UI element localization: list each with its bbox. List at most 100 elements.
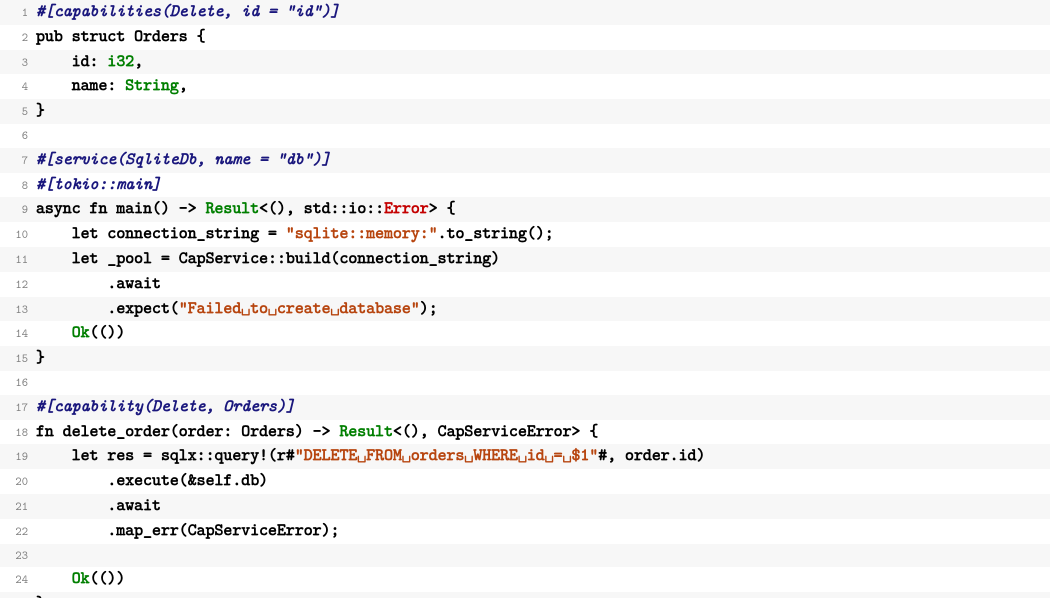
token-str: "DELETE␣FROM␣orders␣WHERE␣id␣=␣$1" <box>295 444 598 466</box>
token-plain <box>36 567 72 589</box>
line-number: 22 <box>0 520 36 544</box>
code-line: 10 let connection_string = "sqlite::memo… <box>0 222 1050 247</box>
token-plain: , <box>134 50 143 72</box>
code-line: 17#[capability(Delete, Orders)] <box>0 395 1050 420</box>
code-content: } <box>36 592 45 598</box>
token-type: String <box>125 74 179 96</box>
token-str: "Failed␣to␣create␣database" <box>179 297 420 319</box>
line-number: 2 <box>0 26 36 50</box>
code-line: 25} <box>0 592 1050 598</box>
token-type: Result <box>339 420 393 442</box>
code-content: } <box>36 99 45 123</box>
line-number: 1 <box>0 1 36 25</box>
code-line: 18fn delete_order(order: Orders) -> Resu… <box>0 420 1050 445</box>
token-attr: #[service(SqliteDb, name = "db")] <box>36 148 331 170</box>
token-type: Ok <box>72 321 90 343</box>
token-plain: } <box>36 346 45 368</box>
code-content: #[capabilities(Delete, id = "id")] <box>36 0 339 24</box>
code-line: 6 <box>0 124 1050 148</box>
token-plain: (()) <box>90 321 126 343</box>
line-number: 15 <box>0 347 36 371</box>
code-line: 13 .expect("Failed␣to␣create␣database"); <box>0 297 1050 322</box>
token-str: "sqlite::memory:" <box>286 222 438 244</box>
line-number: 8 <box>0 174 36 198</box>
token-plain: .await <box>36 272 161 294</box>
token-plain: > { <box>429 197 456 219</box>
line-number: 7 <box>0 149 36 173</box>
code-line: 16 <box>0 371 1050 395</box>
code-content: } <box>36 346 45 370</box>
line-number: 9 <box>0 198 36 222</box>
code-content: #[tokio::main] <box>36 173 161 197</box>
token-plain: .map_err(CapServiceError); <box>36 519 339 541</box>
code-line: 8#[tokio::main] <box>0 173 1050 198</box>
line-number: 21 <box>0 495 36 519</box>
code-line: 19 let res = sqlx::query!(r#"DELETE␣FROM… <box>0 444 1050 469</box>
token-plain: let connection_string = <box>36 222 286 244</box>
code-line: 21 .await <box>0 494 1050 519</box>
code-content: let _pool = CapService::build(connection… <box>36 247 500 271</box>
token-plain: id: <box>36 50 107 72</box>
token-plain: .await <box>36 494 161 516</box>
line-number: 13 <box>0 298 36 322</box>
code-content: Ok(()) <box>36 321 125 345</box>
token-plain: (()) <box>90 567 126 589</box>
line-number: 6 <box>0 124 36 148</box>
code-line: 5} <box>0 99 1050 124</box>
code-line: 20 .execute(&self.db) <box>0 469 1050 494</box>
code-line: 23 <box>0 544 1050 568</box>
code-line: 3 id: i32, <box>0 50 1050 75</box>
code-line: 24 Ok(()) <box>0 567 1050 592</box>
token-plain: let _pool = CapService::build(connection… <box>36 247 500 269</box>
code-content: let res = sqlx::query!(r#"DELETE␣FROM␣or… <box>36 444 705 468</box>
line-number: 11 <box>0 248 36 272</box>
code-line: 9async fn main() -> Result<(), std::io::… <box>0 197 1050 222</box>
token-plain: } <box>36 99 45 121</box>
line-number: 24 <box>0 568 36 592</box>
token-type: i32 <box>107 50 134 72</box>
line-number: 25 <box>0 593 36 598</box>
token-plain: , <box>179 74 188 96</box>
line-number: 23 <box>0 544 36 568</box>
token-plain: fn delete_order(order: Orders) -> <box>36 420 339 442</box>
token-plain: name: <box>36 74 125 96</box>
line-number: 20 <box>0 470 36 494</box>
line-number: 16 <box>0 371 36 395</box>
token-plain: #, order.id) <box>598 444 705 466</box>
code-content: .await <box>36 272 161 296</box>
token-plain: } <box>36 592 45 598</box>
code-line: 15} <box>0 346 1050 371</box>
token-err: Error <box>384 197 429 219</box>
code-line: 1#[capabilities(Delete, id = "id")] <box>0 0 1050 25</box>
code-content: id: i32, <box>36 50 143 74</box>
code-content: #[capability(Delete, Orders)] <box>36 395 295 419</box>
code-line: 2pub struct Orders { <box>0 25 1050 50</box>
token-plain: .to_string(); <box>438 222 554 244</box>
code-content: let connection_string = "sqlite::memory:… <box>36 222 554 246</box>
code-listing: 1#[capabilities(Delete, id = "id")]2pub … <box>0 0 1050 598</box>
code-line: 14 Ok(()) <box>0 321 1050 346</box>
code-content: .expect("Failed␣to␣create␣database"); <box>36 297 438 321</box>
code-content: name: String, <box>36 74 188 98</box>
code-line: 7#[service(SqliteDb, name = "db")] <box>0 148 1050 173</box>
token-attr: #[capability(Delete, Orders)] <box>36 395 295 417</box>
token-plain: <(), CapServiceError> { <box>393 420 598 442</box>
code-line: 11 let _pool = CapService::build(connect… <box>0 247 1050 272</box>
code-line: 4 name: String, <box>0 74 1050 99</box>
token-attr: #[tokio::main] <box>36 173 161 195</box>
token-plain: ); <box>420 297 438 319</box>
token-plain: <(), std::io:: <box>259 197 384 219</box>
token-plain: async fn main() -> <box>36 197 206 219</box>
token-plain: .execute(&self.db) <box>36 469 268 491</box>
line-number: 12 <box>0 273 36 297</box>
token-plain: .expect( <box>36 297 179 319</box>
token-type: Ok <box>72 567 90 589</box>
code-content: pub struct Orders { <box>36 25 206 49</box>
code-line: 22 .map_err(CapServiceError); <box>0 519 1050 544</box>
token-plain: let res = sqlx::query!(r# <box>36 444 295 466</box>
line-number: 14 <box>0 322 36 346</box>
token-plain <box>36 321 72 343</box>
code-content: .await <box>36 494 161 518</box>
line-number: 4 <box>0 75 36 99</box>
code-content: async fn main() -> Result<(), std::io::E… <box>36 197 456 221</box>
